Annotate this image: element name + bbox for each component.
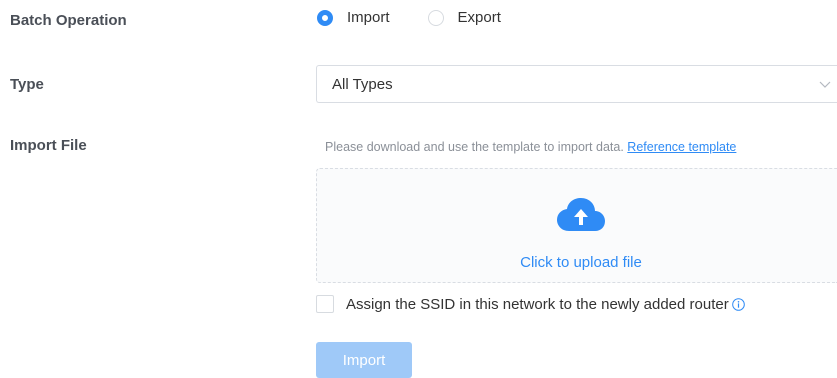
radio-import[interactable]: Import	[317, 9, 390, 26]
batch-operation-label: Batch Operation	[10, 12, 127, 29]
assign-ssid-row: Assign the SSID in this network to the n…	[346, 296, 745, 313]
cloud-upload-icon	[557, 198, 605, 231]
type-label: Type	[10, 76, 44, 93]
type-select[interactable]: All Types	[316, 65, 837, 103]
import-file-label: Import File	[10, 137, 87, 154]
radio-export-label[interactable]: Export	[458, 9, 501, 26]
import-button[interactable]: Import	[316, 342, 412, 378]
radio-export[interactable]: Export	[427, 9, 501, 26]
upload-dropzone[interactable]: Click to upload file	[316, 168, 837, 283]
import-hint: Please download and use the template to …	[325, 140, 736, 154]
upload-text[interactable]: Click to upload file	[317, 254, 837, 271]
info-icon[interactable]	[731, 298, 745, 311]
import-hint-text: Please download and use the template to …	[325, 140, 624, 154]
assign-ssid-checkbox[interactable]	[316, 295, 334, 313]
radio-export-circle[interactable]	[427, 9, 444, 26]
batch-operation-radio-group: Import Export	[317, 9, 501, 26]
radio-import-circle[interactable]	[317, 9, 333, 26]
chevron-down-icon[interactable]	[819, 78, 831, 90]
reference-template-link[interactable]: Reference template	[627, 140, 736, 154]
assign-ssid-label[interactable]: Assign the SSID in this network to the n…	[346, 296, 729, 313]
radio-import-label[interactable]: Import	[347, 9, 390, 26]
type-select-value: All Types	[332, 76, 393, 93]
